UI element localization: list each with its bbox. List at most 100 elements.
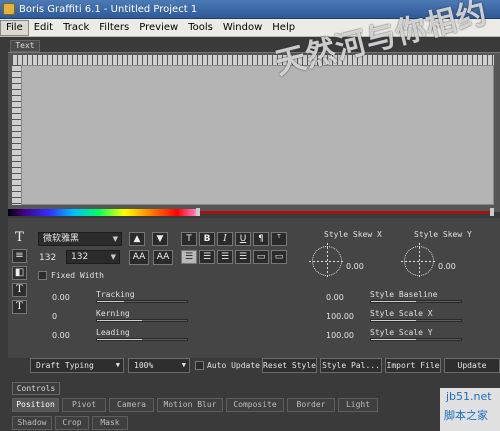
triangle-up-icon: ▲: [133, 234, 141, 244]
slider-fill: [97, 301, 124, 302]
menu-preview[interactable]: Preview: [134, 20, 183, 36]
align-center-icon: ☰: [202, 252, 212, 262]
chevron-down-icon: ▼: [112, 235, 118, 243]
skew-x-dial[interactable]: [309, 243, 345, 279]
skew-y-value: 0.00: [438, 262, 456, 271]
increase-size-button[interactable]: AA: [153, 250, 173, 265]
zoom-value: 100%: [134, 361, 154, 370]
size-up-button[interactable]: ▲: [129, 232, 145, 246]
align-right-icon: ☰: [220, 252, 230, 262]
slider-fill: [371, 339, 416, 340]
menu-tools[interactable]: Tools: [183, 20, 218, 36]
align-panel-icon[interactable]: ≡: [12, 249, 27, 263]
tracking-slider[interactable]: [96, 300, 188, 303]
tab-light[interactable]: Light: [338, 398, 378, 412]
fixed-width-label: Fixed Width: [51, 271, 104, 280]
text-tool-icon[interactable]: T: [12, 231, 27, 246]
skew-y-dial[interactable]: [401, 243, 437, 279]
font-family-value: 微软雅黑: [43, 234, 80, 244]
size-down-button[interactable]: ▼: [152, 232, 168, 246]
bold-button[interactable]: B: [199, 232, 215, 246]
outline-text-icon[interactable]: T: [12, 283, 27, 297]
timeline-start-handle[interactable]: [196, 208, 200, 216]
scale-y-slider[interactable]: [370, 338, 462, 341]
align-left-icon: ☰: [184, 252, 194, 262]
fill-panel-icon[interactable]: ◧: [12, 266, 27, 280]
text-style-button[interactable]: T: [181, 232, 197, 246]
font-family-select[interactable]: 微软雅黑 ▼: [38, 232, 122, 246]
tab-mask[interactable]: Mask: [92, 416, 128, 430]
justify-all-icon: ▭: [256, 252, 266, 262]
vertical-ruler: [12, 65, 21, 205]
draft-typing-select[interactable]: Draft Typing ▼: [30, 358, 124, 373]
kerning-slider[interactable]: [96, 319, 188, 322]
underline-button[interactable]: U: [235, 232, 251, 246]
timeline-track[interactable]: [196, 211, 494, 214]
baseline-slider[interactable]: [370, 300, 462, 303]
chevron-down-icon: ▼: [115, 361, 120, 369]
fit-button[interactable]: ▭: [271, 250, 287, 264]
update-button[interactable]: Update: [444, 358, 500, 373]
baseline-label: Style Baseline: [370, 290, 438, 299]
tab-pivot[interactable]: Pivot: [62, 398, 106, 412]
tab-motion-blur[interactable]: Motion Blur: [157, 398, 223, 412]
text-panel-tab[interactable]: Text: [10, 40, 40, 52]
menu-track[interactable]: Track: [58, 20, 94, 36]
scale-x-slider[interactable]: [370, 319, 462, 322]
shadow-text-icon[interactable]: T: [12, 300, 27, 314]
site-watermark: jb51.net 脚本之家: [440, 388, 500, 431]
scale-x-label: Style Scale X: [370, 309, 433, 318]
italic-button[interactable]: I: [217, 232, 233, 246]
fixed-width-checkbox[interactable]: [38, 271, 47, 280]
app-icon: [3, 3, 15, 15]
tab-shadow[interactable]: Shadow: [12, 416, 52, 430]
justify-button[interactable]: ☰: [235, 250, 251, 264]
kerning-value: 0: [52, 312, 58, 321]
reset-style-button[interactable]: Reset Style: [262, 358, 317, 373]
import-file-button[interactable]: Import File: [385, 358, 441, 373]
decrease-size-button[interactable]: AA: [129, 250, 149, 265]
leading-value: 0.00: [52, 331, 70, 340]
auto-update-checkbox[interactable]: [195, 361, 204, 370]
align-right-button[interactable]: ☰: [217, 250, 233, 264]
chevron-down-icon: ▼: [110, 253, 116, 261]
font-size-select[interactable]: 132 ▼: [66, 250, 120, 264]
tab-border[interactable]: Border: [287, 398, 335, 412]
menu-window[interactable]: Window: [218, 20, 267, 36]
menu-edit[interactable]: Edit: [29, 20, 58, 36]
controls-panel-title[interactable]: Controls: [12, 382, 60, 395]
baseline-value: 0.00: [326, 293, 344, 302]
slider-fill: [371, 320, 416, 321]
zoom-select[interactable]: 100% ▼: [128, 358, 190, 373]
paragraph-button[interactable]: ¶: [253, 232, 269, 246]
menu-file[interactable]: File: [0, 19, 29, 36]
font-size-value: 132: [39, 253, 57, 263]
tracking-label: Tracking: [96, 290, 135, 299]
superscript-button[interactable]: ᵀ: [271, 232, 287, 246]
triangle-down-icon: ▼: [156, 234, 164, 244]
window-title: Boris Graffiti 6.1 - Untitled Project 1: [19, 3, 198, 15]
style-palette-button[interactable]: Style Pal...: [320, 358, 382, 373]
text-tool-icons: T ≡ ◧ T T: [12, 231, 28, 317]
tab-crop[interactable]: Crop: [55, 416, 89, 430]
text-canvas[interactable]: [21, 65, 494, 205]
tab-camera[interactable]: Camera: [109, 398, 154, 412]
site-watermark-domain: jb51.net: [446, 390, 492, 403]
skew-x-label: Style Skew X: [324, 230, 382, 239]
scale-y-value: 100.00: [326, 331, 354, 340]
draft-typing-value: Draft Typing: [36, 361, 94, 370]
site-watermark-name: 脚本之家: [444, 409, 488, 422]
justify-all-button[interactable]: ▭: [253, 250, 269, 264]
tab-composite[interactable]: Composite: [226, 398, 284, 412]
align-left-button[interactable]: ☰: [181, 250, 197, 264]
skew-y-label: Style Skew Y: [414, 230, 472, 239]
color-gradient-bar[interactable]: [8, 209, 196, 216]
align-center-button[interactable]: ☰: [199, 250, 215, 264]
kerning-label: Kerning: [96, 309, 130, 318]
slider-fill: [97, 320, 142, 321]
menu-filters[interactable]: Filters: [94, 20, 134, 36]
timeline-end-handle[interactable]: [490, 208, 494, 216]
tab-position[interactable]: Position: [12, 398, 59, 412]
tracking-value: 0.00: [52, 293, 70, 302]
leading-slider[interactable]: [96, 338, 188, 341]
